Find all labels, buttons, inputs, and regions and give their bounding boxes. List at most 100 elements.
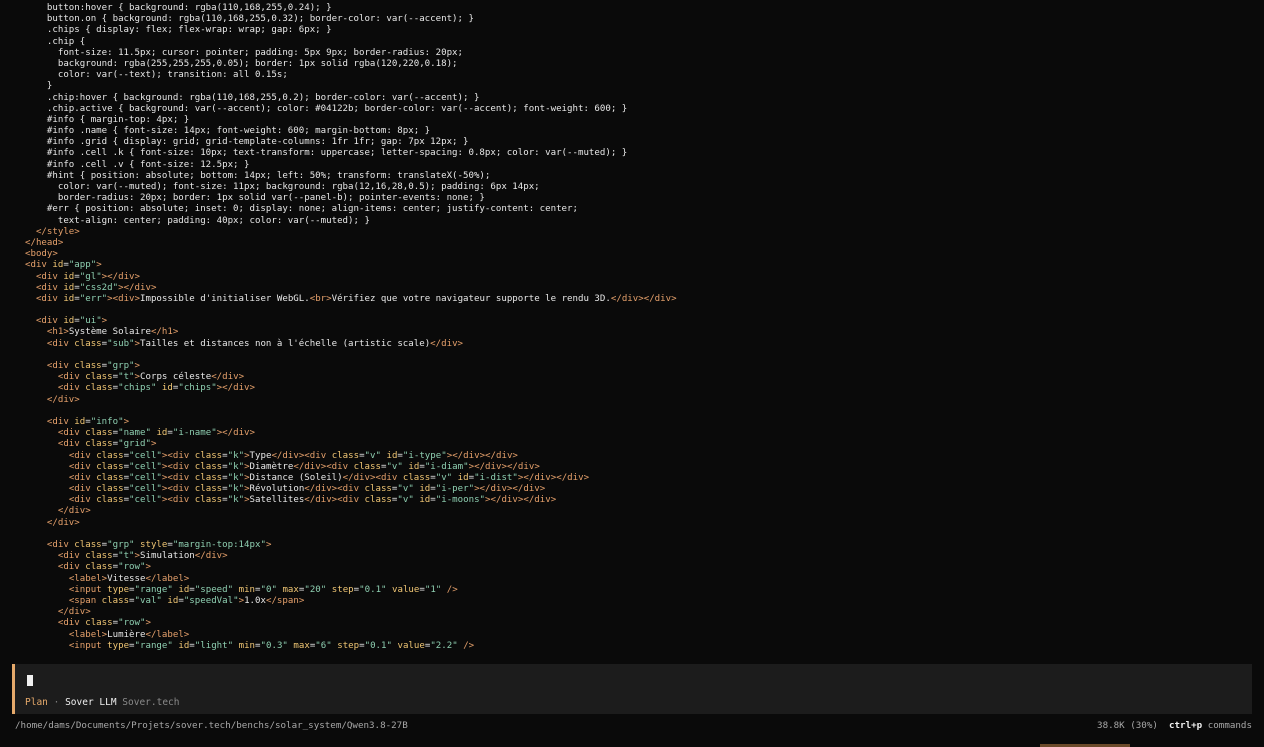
code-token: id (63, 271, 75, 282)
code-token: class (364, 484, 392, 495)
code-line: color: var(--text); transition: all 0.15… (25, 70, 1255, 81)
code-token: "v" (386, 461, 403, 472)
code-token: .chip:hover { background: rgba(110,168,2… (25, 92, 480, 103)
code-token: class (194, 495, 223, 506)
code-line: background: rgba(255,255,255,0.05); bord… (25, 59, 1255, 70)
code-token: ></div></div> (485, 495, 557, 506)
code-token: <input (68, 584, 108, 595)
code-token: Vitesse (107, 573, 146, 584)
code-token: "cell" (129, 484, 162, 495)
commands-shortcut-label[interactable]: commands (1208, 720, 1252, 731)
code-token: max (282, 584, 299, 595)
code-token: </div> (211, 372, 245, 383)
code-token: <div (57, 428, 86, 439)
code-token: "k" (227, 472, 245, 483)
code-token: Simulation (140, 551, 195, 562)
code-token: > (265, 540, 272, 550)
code-line: </div> (25, 506, 1255, 517)
code-token: "i-diam" (424, 461, 469, 472)
code-token: <div (35, 282, 64, 293)
code-token: class (96, 450, 124, 461)
code-token: border-radius: 20px; border: 1px solid v… (25, 193, 485, 204)
code-token: <div (57, 372, 86, 383)
code-line: <h1>Système Solaire</h1> (25, 327, 1255, 338)
status-right: 38.8K (30%) ctrl+p commands (1097, 720, 1252, 731)
code-token: <span (68, 595, 102, 606)
code-token: "speedVal" (183, 595, 239, 606)
code-token: Satellites (249, 495, 305, 506)
code-token: </style> (35, 226, 80, 237)
code-line: } (25, 81, 1255, 92)
code-token: min (238, 584, 256, 595)
code-line: border-radius: 20px; border: 1px solid v… (25, 193, 1255, 204)
code-line: </div> (25, 395, 1255, 406)
code-line: <div class="grp"> (25, 361, 1255, 372)
code-token: type (107, 640, 130, 651)
code-token: class (353, 461, 381, 472)
code-token: <div (46, 361, 75, 371)
commands-shortcut-key[interactable]: ctrl+p (1169, 720, 1202, 731)
code-line: <input type="range" id="light" min="0.3"… (25, 641, 1255, 652)
code-line: #err { position: absolute; inset: 0; dis… (25, 204, 1255, 215)
token-usage: 38.8K (30%) (1097, 720, 1158, 731)
code-token: class (96, 461, 124, 472)
code-token: type (107, 584, 130, 595)
model-label[interactable]: Sover LLM (65, 697, 116, 708)
code-token: </span> (265, 595, 305, 606)
code-token: "0.1" (359, 584, 387, 595)
code-line: <label>Lumière</label> (25, 630, 1255, 641)
code-token: #err { position: absolute; inset: 0; dis… (25, 204, 578, 215)
code-token: .chips { display: flex; flex-wrap: wrap;… (25, 25, 332, 36)
code-token: "k" (227, 450, 245, 461)
code-token: Système Solaire (68, 327, 151, 338)
code-token: "grp" (107, 540, 135, 550)
code-token: "margin-top:14px" (172, 540, 266, 550)
code-token: "v" (435, 472, 453, 483)
code-token: <br> (309, 293, 332, 304)
code-token: #info { margin-top: 4px; } (25, 114, 190, 125)
code-token: class (85, 618, 113, 629)
code-token: "i-name" (172, 428, 217, 439)
code-line: <div id="ui"> (25, 316, 1255, 327)
code-token: #info .name { font-size: 14px; font-weig… (25, 126, 431, 137)
code-token: <h1> (46, 327, 69, 338)
code-token: class (96, 484, 124, 495)
working-directory-path: /home/dams/Documents/Projets/sover.tech/… (15, 720, 408, 731)
code-token: id (408, 461, 420, 472)
code-token: "v" (397, 484, 414, 495)
code-line: <div class="cell"><div class="k">Révolut… (25, 484, 1255, 495)
code-token: <div (57, 439, 86, 450)
mode-label[interactable]: Plan (25, 697, 48, 708)
code-token: ></div></div> (517, 472, 590, 483)
mode-separator: · (47, 697, 66, 708)
code-token: min (238, 640, 256, 651)
code-token: class (74, 361, 102, 371)
code-token: id (52, 260, 64, 271)
code-line: <div id="info"> (25, 417, 1255, 428)
provider-label: Sover.tech (122, 697, 180, 708)
code-line: .chip:hover { background: rgba(110,168,2… (25, 93, 1255, 104)
code-line: <div class="name" id="i-name"></div> (25, 428, 1255, 439)
code-token: </div></div> (610, 293, 677, 304)
code-token: ></div> (216, 383, 255, 394)
text-cursor (27, 675, 33, 686)
code-line: </div> (25, 518, 1255, 529)
code-token: id (457, 472, 469, 483)
code-line: <label>Vitesse</label> (25, 574, 1255, 585)
code-token: <div (68, 461, 97, 472)
code-token: "speed" (194, 584, 234, 595)
code-token: Corps céleste (140, 372, 212, 383)
code-line: <div class="grid"> (25, 439, 1255, 450)
code-token: ><div> (107, 293, 140, 304)
code-token: "ui" (79, 316, 102, 327)
code-token: class (194, 461, 223, 472)
code-line: <div id="gl"></div> (25, 272, 1255, 283)
prompt-input-box[interactable]: Plan · Sover LLM Sover.tech (12, 664, 1252, 714)
